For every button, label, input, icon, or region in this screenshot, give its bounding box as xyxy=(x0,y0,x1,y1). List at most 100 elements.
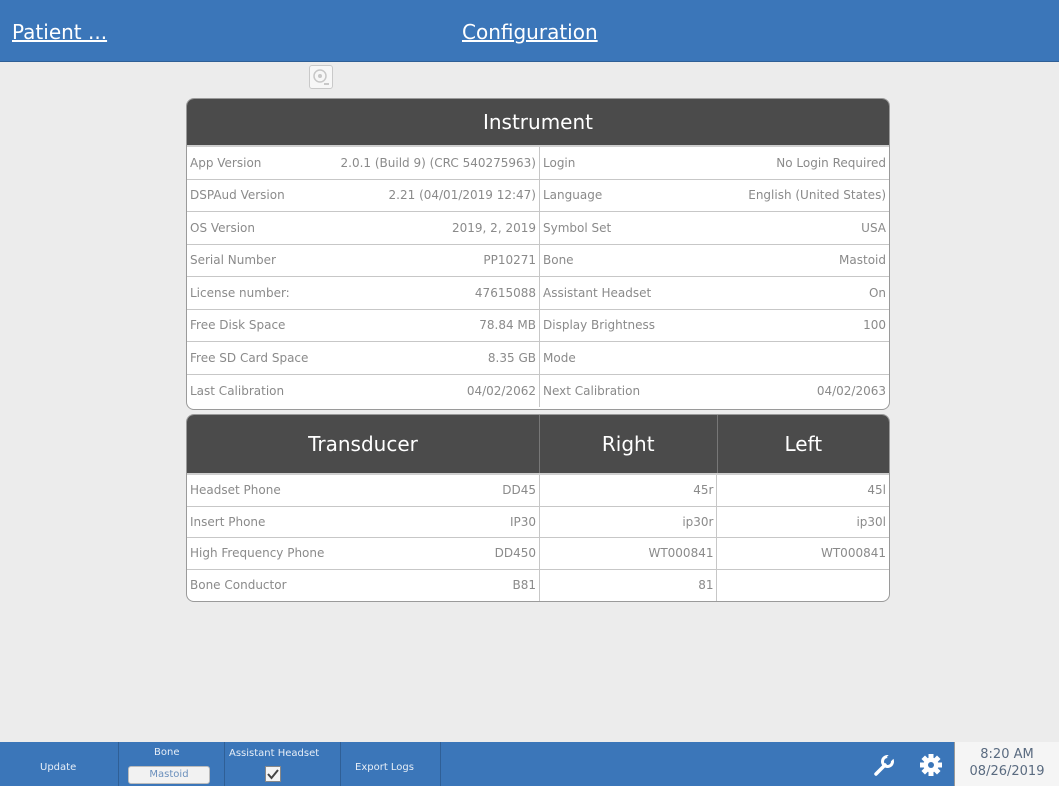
transducer-model: IP30 xyxy=(509,514,536,529)
field-label: Bone xyxy=(543,253,574,268)
field-label: Free SD Card Space xyxy=(190,350,309,365)
field-value: No Login Required xyxy=(776,155,886,170)
instrument-cell: License number: 47615088 xyxy=(187,277,540,309)
right-serial: ip30r xyxy=(540,506,718,537)
field-value: 100 xyxy=(863,318,886,333)
bone-selector: Bone Mastoid xyxy=(128,742,220,786)
field-label: Display Brightness xyxy=(543,318,655,333)
gear-icon[interactable] xyxy=(916,750,946,780)
divider xyxy=(118,742,119,786)
field-label: Next Calibration xyxy=(543,383,641,398)
instrument-row: DSPAud Version 2.21 (04/01/2019 12:47) Lan… xyxy=(187,179,889,212)
field-label: Symbol Set xyxy=(543,220,612,235)
field-value: 47615088 xyxy=(474,285,536,300)
field-value: 2019, 2, 2019 xyxy=(452,220,536,235)
field-label: Language xyxy=(543,188,603,203)
left-serial: WT000841 xyxy=(820,546,886,561)
field-label: Login xyxy=(543,155,576,170)
transducer-model: B81 xyxy=(512,578,536,593)
export-logs-button[interactable]: Export Logs xyxy=(355,762,414,773)
transducer-name: High Frequency Phone xyxy=(190,546,325,561)
field-label: OS Version xyxy=(190,220,256,235)
field-value: English (United States) xyxy=(748,188,886,203)
instrument-cell: App Version 2.0.1 (Build 9) (CRC 54027596… xyxy=(187,147,540,179)
right-serial: WT000841 xyxy=(540,538,718,569)
instrument-row: License number: 47615088 Assistant Headset… xyxy=(187,277,889,310)
transducer-row: Insert Phone IP30 ip30r ip30l xyxy=(187,506,889,538)
transducer-name: Headset Phone xyxy=(190,483,281,498)
field-label: Free Disk Space xyxy=(190,318,286,333)
field-label: App Version xyxy=(190,155,262,170)
instrument-cell: Login No Login Required xyxy=(540,147,889,179)
instrument-cell: Language English (United States) xyxy=(540,180,889,212)
field-value: 04/02/2062 xyxy=(466,383,536,398)
instrument-header: Instrument xyxy=(187,99,889,147)
transducer-model: DD450 xyxy=(494,546,536,561)
instrument-row: Free Disk Space 78.84 MB Display Brightnes… xyxy=(187,309,889,342)
left-column-header: Left xyxy=(784,432,823,456)
clock: 8:20 AM 08/26/2019 xyxy=(954,742,1059,786)
transducer-name: Bone Conductor xyxy=(190,578,287,593)
field-label: Assistant Headset xyxy=(543,285,652,300)
transducer-row: High Frequency Phone DD450 WT000841 WT00084… xyxy=(187,538,889,570)
transducer-name-cell: Headset Phone DD45 xyxy=(187,475,540,506)
transducer-row: Headset Phone DD45 45r 45l xyxy=(187,475,889,507)
field-value: 8.35 GB xyxy=(487,350,536,365)
field-label: License number: xyxy=(190,285,290,300)
instrument-cell: DSPAud Version 2.21 (04/01/2019 12:47) xyxy=(187,179,540,211)
instrument-cell: Bone Mastoid xyxy=(540,245,889,277)
transducer-row: Bone Conductor B81 81 xyxy=(187,569,889,602)
instrument-cell: Mode xyxy=(540,342,889,374)
instrument-cell: Last Calibration 04/02/2062 xyxy=(187,374,540,407)
field-value: USA xyxy=(861,220,886,235)
right-serial: 81 xyxy=(540,569,718,601)
left-serial: ip30l xyxy=(856,514,886,529)
instrument-panel: Instrument App Version 2.0.1 (Build 9) (C… xyxy=(186,98,890,410)
field-label: Mode xyxy=(543,350,576,365)
instrument-cell: Serial Number PP10271 xyxy=(187,244,540,276)
wrench-icon[interactable] xyxy=(868,750,898,780)
update-button[interactable]: Update xyxy=(40,762,76,773)
divider xyxy=(340,742,341,786)
configuration-title[interactable]: Configuration xyxy=(462,20,598,44)
transducer-name: Insert Phone xyxy=(190,514,266,529)
instrument-row: Last Calibration 04/02/2062 Next Calibrati… xyxy=(187,374,889,408)
instrument-cell: Assistant Headset On xyxy=(540,277,889,309)
assistant-headset-checkbox[interactable] xyxy=(265,766,281,782)
instrument-cell: Free SD Card Space 8.35 GB xyxy=(187,342,540,374)
field-value: 04/02/2063 xyxy=(816,383,886,398)
instrument-row: App Version 2.0.1 (Build 9) (CRC 54027596… xyxy=(187,147,889,180)
instrument-cell: Free Disk Space 78.84 MB xyxy=(187,309,540,341)
instrument-row: Free SD Card Space 8.35 GB Mode xyxy=(187,342,889,375)
field-value: 2.0.1 (Build 9) (CRC 540275963) xyxy=(340,155,537,170)
left-serial: 45l xyxy=(867,483,886,498)
device-icon[interactable] xyxy=(309,65,333,89)
instrument-row: OS Version 2019, 2, 2019 Symbol Set USA xyxy=(187,212,889,245)
field-value: 78.84 MB xyxy=(479,318,536,333)
instrument-cell: Next Calibration 04/02/2063 xyxy=(540,375,889,408)
divider xyxy=(224,742,225,786)
field-label: DSPAud Version xyxy=(190,188,285,203)
field-label: Last Calibration xyxy=(190,383,285,398)
bottom-toolbar: Update Bone Mastoid Assistant Headset Ex… xyxy=(0,742,1059,786)
transducer-header: Transducer Right Left xyxy=(187,415,889,475)
field-value: 2.21 (04/01/2019 12:47) xyxy=(388,188,536,203)
instrument-cell: Display Brightness 100 xyxy=(540,310,889,342)
instrument-cell: Symbol Set USA xyxy=(540,212,889,244)
transducer-name-cell: Bone Conductor B81 xyxy=(187,569,540,601)
right-serial: 45r xyxy=(540,475,718,506)
transducer-panel: Transducer Right Left Headset Phone DD45 4… xyxy=(186,414,890,602)
top-bar: Patient ... Configuration xyxy=(0,0,1059,62)
transducer-model: DD45 xyxy=(502,483,536,498)
instrument-row: Serial Number PP10271 Bone Mastoid xyxy=(187,244,889,277)
clock-date: 08/26/2019 xyxy=(969,764,1045,779)
left-serial xyxy=(717,570,889,602)
field-label: Serial Number xyxy=(190,253,276,268)
field-value: PP10271 xyxy=(483,253,536,268)
patient-link[interactable]: Patient ... xyxy=(12,20,107,44)
right-column-header: Right xyxy=(540,415,718,473)
divider xyxy=(440,742,441,786)
bone-select-button[interactable]: Mastoid xyxy=(128,766,210,784)
field-value: On xyxy=(868,285,886,300)
field-value: Mastoid xyxy=(839,253,886,268)
